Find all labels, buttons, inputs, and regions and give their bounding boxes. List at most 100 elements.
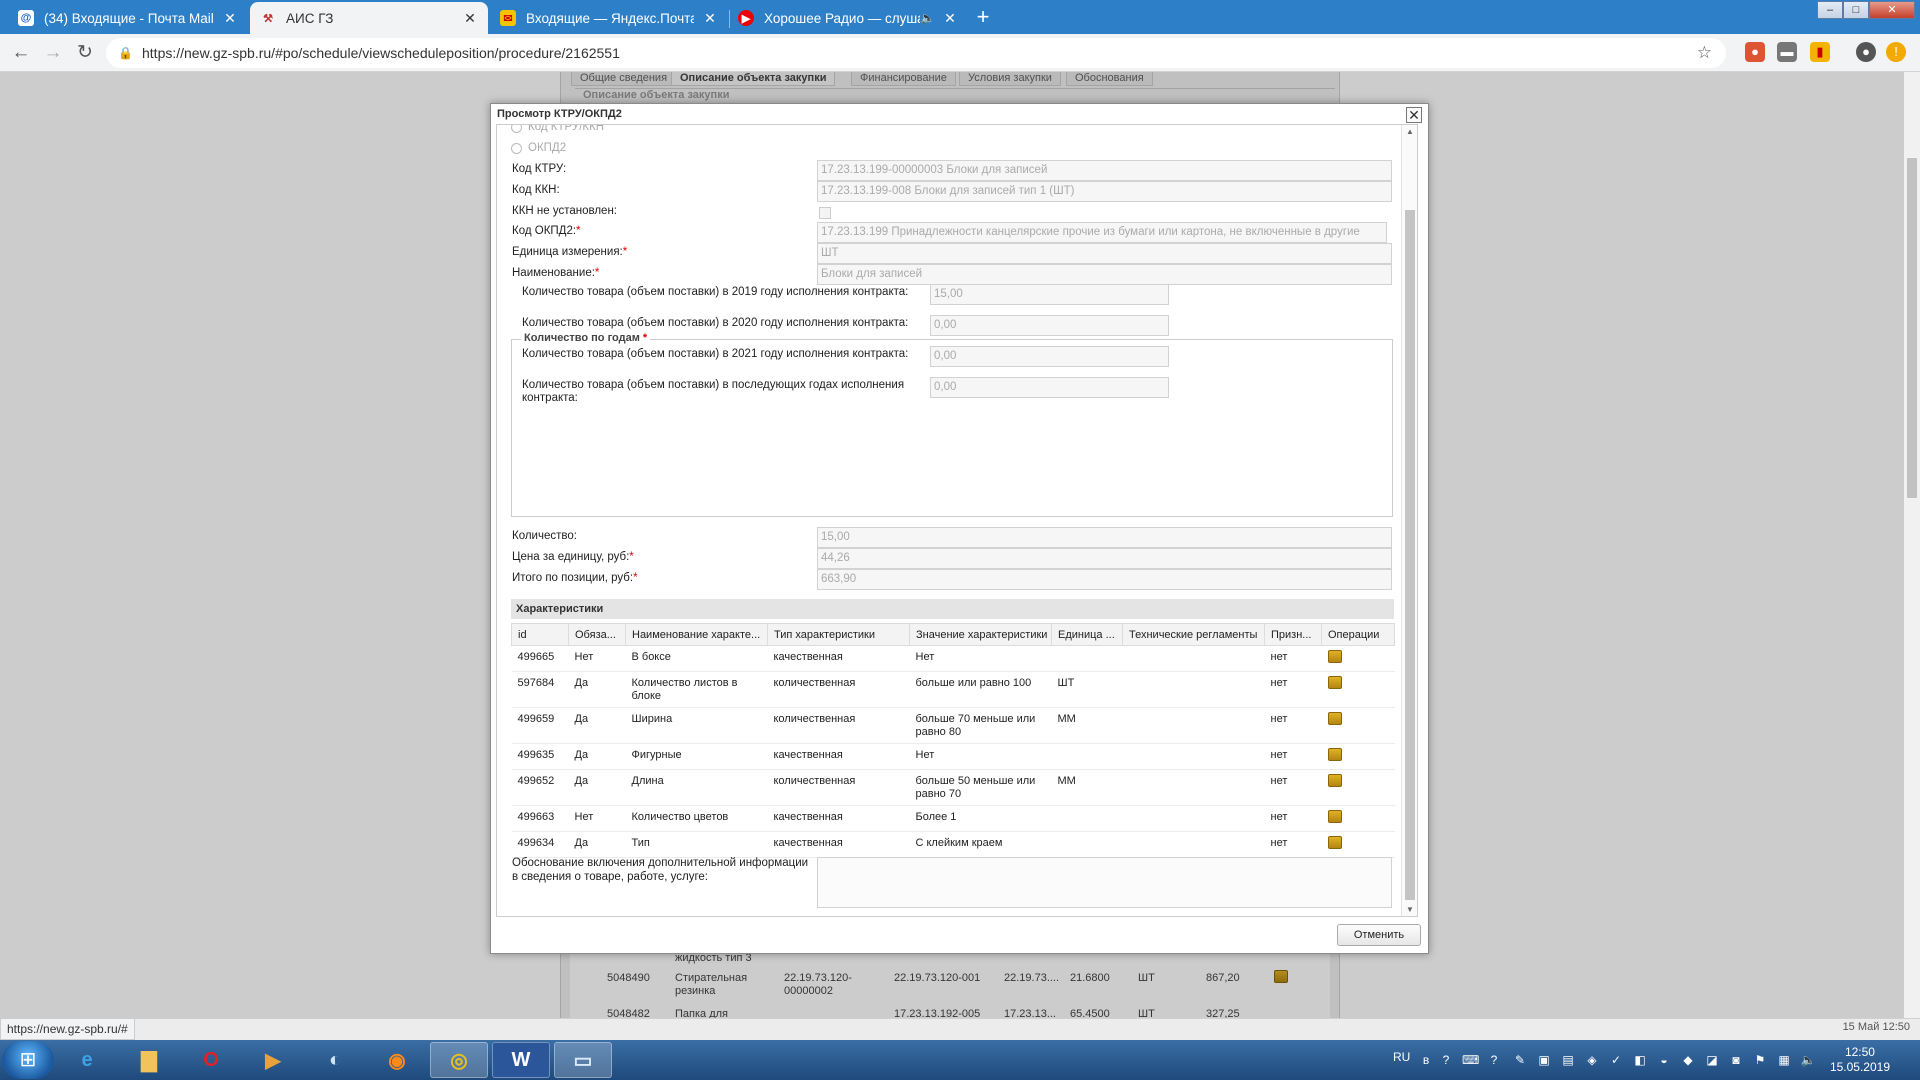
tab-yandex-mail[interactable]: ✉ Входящие — Яндекс.Почта ✕: [490, 2, 728, 34]
okpd-field[interactable]: 17.23.13.199 Принадлежности канцелярские…: [817, 222, 1387, 243]
tray-app-icon[interactable]: ▣: [1536, 1052, 1552, 1068]
kkn-not-set-checkbox[interactable]: [819, 207, 831, 219]
ie-icon[interactable]: e: [58, 1042, 116, 1078]
tab-radio[interactable]: ▶ Хорошее Радио — слушать 🔈 ✕: [728, 2, 968, 34]
maximize-button[interactable]: □: [1843, 1, 1869, 19]
tab-mail-ru[interactable]: @ (34) Входящие - Почта Mail.Ru ✕: [8, 2, 248, 34]
page-scrollbar[interactable]: [1904, 72, 1920, 1018]
volume-icon[interactable]: 🔈: [1800, 1052, 1816, 1068]
col-value[interactable]: Значение характеристики: [909, 623, 1052, 646]
start-button[interactable]: ⊞: [2, 1041, 54, 1079]
new-tab-button[interactable]: +: [969, 6, 997, 30]
view-details-icon[interactable]: [1327, 836, 1342, 849]
year-2020-field[interactable]: 0,00: [930, 315, 1169, 336]
opera-icon[interactable]: O: [182, 1042, 240, 1078]
clock-date: 15.05.2019: [1829, 1060, 1890, 1074]
table-row[interactable]: 499652 Да Длина количественная больше 50 мен…: [511, 769, 1395, 806]
extension-icon[interactable]: ●: [1745, 42, 1765, 62]
tray-app-icon[interactable]: ✓: [1608, 1052, 1624, 1068]
tray-app-icon[interactable]: ◆: [1680, 1052, 1696, 1068]
dialog-scrollbar[interactable]: ▲ ▼: [1401, 125, 1417, 916]
tray-app-icon[interactable]: ▤: [1560, 1052, 1576, 1068]
cancel-button[interactable]: Отменить: [1337, 924, 1421, 946]
chrome-icon[interactable]: ◎: [430, 1042, 488, 1078]
col-required[interactable]: Обяза...: [568, 623, 626, 646]
price-field[interactable]: 44,26: [817, 548, 1392, 569]
name-field[interactable]: Блоки для записей: [817, 264, 1392, 285]
table-row[interactable]: 499663 Нет Количество цветов качественная Бо…: [511, 805, 1395, 832]
view-details-icon[interactable]: [1327, 676, 1342, 689]
folder-icon[interactable]: ▇: [120, 1042, 178, 1078]
star-icon[interactable]: ☆: [1697, 43, 1712, 63]
table-row[interactable]: 499635 Да Фигурные качественная Нет нет: [511, 743, 1395, 770]
extension-icon[interactable]: ▬: [1777, 42, 1797, 62]
close-icon[interactable]: ✕: [1406, 107, 1422, 123]
tray-app-icon[interactable]: ◪: [1704, 1052, 1720, 1068]
forward-arrow-icon[interactable]: →: [40, 40, 66, 66]
bookmark-flag-icon[interactable]: ▮: [1810, 42, 1830, 62]
close-tab-icon[interactable]: ✕: [462, 10, 478, 27]
word-icon[interactable]: W: [492, 1042, 550, 1078]
scrollbar-thumb[interactable]: [1405, 210, 1415, 900]
tray-app-icon[interactable]: ◈: [1584, 1052, 1600, 1068]
sound-icon[interactable]: ◐: [306, 1042, 364, 1078]
network-icon[interactable]: ▦: [1776, 1052, 1792, 1068]
col-flag[interactable]: Призн...: [1264, 623, 1322, 646]
radio-okpd2[interactable]: ОКПД2: [511, 142, 566, 154]
table-row[interactable]: 597684 Да Количество листов в блоке количес…: [511, 671, 1395, 708]
reload-icon[interactable]: ↻: [72, 40, 98, 66]
tray-app-icon[interactable]: ◒: [1656, 1052, 1672, 1068]
audio-playing-icon[interactable]: 🔈: [920, 11, 935, 25]
view-details-icon[interactable]: [1327, 650, 1342, 663]
col-type[interactable]: Тип характеристики: [767, 623, 910, 646]
close-tab-icon[interactable]: ✕: [942, 10, 958, 27]
ktru-field[interactable]: 17.23.13.199-00000003 Блоки для записей: [817, 160, 1392, 181]
help-circle-icon[interactable]: ?: [1486, 1052, 1502, 1068]
justification-textarea[interactable]: [817, 857, 1392, 908]
firefox-icon[interactable]: ◉: [368, 1042, 426, 1078]
close-tab-icon[interactable]: ✕: [702, 10, 718, 27]
minimize-button[interactable]: –: [1817, 1, 1843, 19]
table-row[interactable]: 499665 Нет В боксе качественная Нет нет: [511, 645, 1395, 672]
col-operations[interactable]: Операции: [1321, 623, 1395, 646]
kkn-field[interactable]: 17.23.13.199-008 Блоки для записей тип 1…: [817, 181, 1392, 202]
table-row[interactable]: 499659 Да Ширина количественная больше 70 ме…: [511, 707, 1395, 744]
help-icon[interactable]: ?: [1438, 1052, 1454, 1068]
close-tab-icon[interactable]: ✕: [222, 10, 238, 27]
col-regulations[interactable]: Технические регламенты: [1122, 623, 1265, 646]
keyboard-icon[interactable]: ⌨: [1462, 1052, 1479, 1068]
col-name[interactable]: Наименование характе...: [625, 623, 768, 646]
radio-ktru[interactable]: Код КТРУ/ККН: [511, 125, 604, 133]
view-details-icon[interactable]: [1327, 712, 1342, 725]
col-id[interactable]: id: [511, 623, 569, 646]
flag-icon[interactable]: ⚑: [1752, 1052, 1768, 1068]
tab-ais-gz[interactable]: ⚒ АИС ГЗ ✕: [250, 2, 488, 34]
profile-icon[interactable]: ●: [1856, 42, 1876, 62]
update-icon[interactable]: !: [1886, 42, 1906, 62]
view-details-icon[interactable]: [1327, 748, 1342, 761]
year-later-field[interactable]: 0,00: [930, 377, 1169, 398]
scrollbar-thumb[interactable]: [1907, 158, 1917, 498]
language-indicator[interactable]: RU: [1393, 1050, 1410, 1064]
unit-field[interactable]: ШТ: [817, 243, 1392, 264]
qty-field[interactable]: 15,00: [817, 527, 1392, 548]
col-unit[interactable]: Единица ...: [1051, 623, 1123, 646]
year-2019-field[interactable]: 15,00: [930, 284, 1169, 305]
scroll-up-icon[interactable]: ▲: [1402, 127, 1417, 136]
tray-app-icon[interactable]: ◙: [1728, 1052, 1744, 1068]
clock[interactable]: 12:50 15.05.2019: [1830, 1045, 1890, 1075]
close-window-button[interactable]: ✕: [1869, 1, 1915, 19]
tray-app-icon[interactable]: ◧: [1632, 1052, 1648, 1068]
bluetooth-icon[interactable]: ʙ: [1418, 1052, 1434, 1068]
view-details-icon[interactable]: [1327, 774, 1342, 787]
back-arrow-icon[interactable]: ←: [8, 40, 34, 66]
total-field[interactable]: 663,90: [817, 569, 1392, 590]
scroll-down-icon[interactable]: ▼: [1402, 905, 1417, 914]
media-player-icon[interactable]: ▶: [244, 1042, 302, 1078]
year-2021-field[interactable]: 0,00: [930, 346, 1169, 367]
tray-app-icon[interactable]: ✎: [1512, 1052, 1528, 1068]
table-row[interactable]: 499634 Да Тип качественная С клейким краем не…: [511, 831, 1395, 858]
view-details-icon[interactable]: [1327, 810, 1342, 823]
address-bar[interactable]: 🔒 https://new.gz-spb.ru/#po/schedule/vie…: [106, 38, 1726, 68]
window-icon[interactable]: ▭: [554, 1042, 612, 1078]
